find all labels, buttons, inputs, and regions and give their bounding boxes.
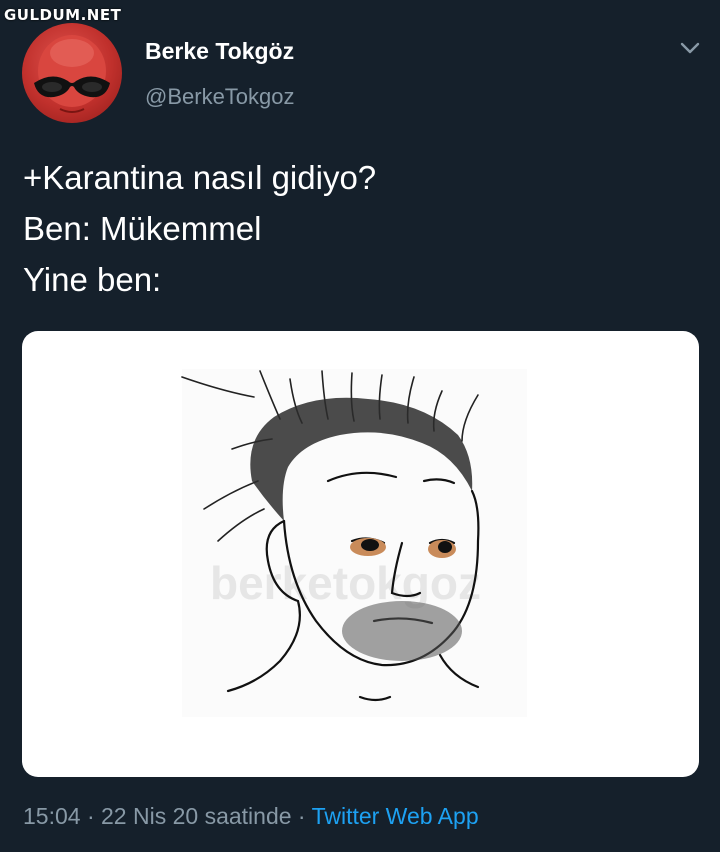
site-watermark: GULDUM.NET — [4, 6, 122, 24]
tweet-meta: 15:04 · 22 Nis 20 saatinde · Twitter Web… — [23, 803, 479, 830]
display-name[interactable]: Berke Tokgöz — [145, 38, 294, 65]
media-watermark: berketokgoz — [210, 557, 481, 609]
tweet-text: +Karantina nasıl gidiyo? Ben: Mükemmel Y… — [23, 152, 683, 305]
avatar-image — [34, 35, 110, 113]
meta-separator: · — [80, 803, 102, 829]
tweet-line: Yine ben: — [23, 261, 162, 298]
user-handle[interactable]: @BerkeTokgoz — [145, 84, 295, 110]
meta-separator: · — [291, 803, 312, 829]
tweet-line: +Karantina nasıl gidiyo? — [23, 159, 377, 196]
tweet-date[interactable]: 22 Nis 20 saatinde — [101, 803, 292, 829]
tweet-time[interactable]: 15:04 — [23, 803, 81, 829]
wojak-drawing: berketokgoz — [181, 369, 527, 717]
chevron-down-icon[interactable] — [678, 38, 702, 58]
avatar[interactable] — [22, 23, 122, 123]
tweet-media-image[interactable]: berketokgoz — [22, 331, 699, 777]
tweet-line: Ben: Mükemmel — [23, 210, 262, 247]
tweet-source-link[interactable]: Twitter Web App — [312, 803, 479, 829]
